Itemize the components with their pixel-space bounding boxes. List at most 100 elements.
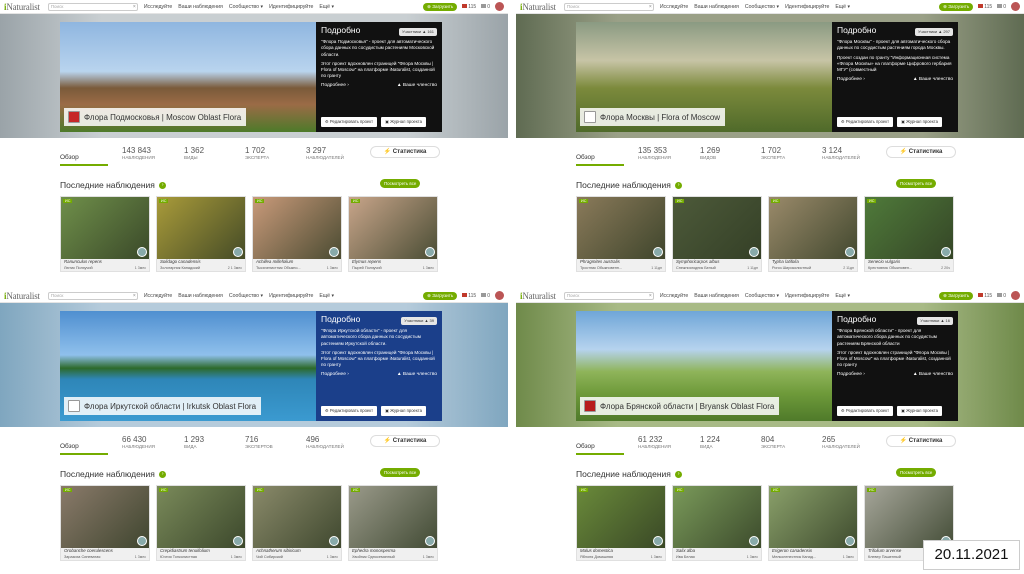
search-input[interactable]: Поиск ×: [563, 291, 654, 300]
scientific-name[interactable]: Achnatherum sibiricum: [256, 548, 301, 553]
members-badge[interactable]: Участники ▲ 16: [917, 317, 953, 326]
project-journal-button[interactable]: ▣ Журнал проекта: [897, 405, 942, 416]
stat-species[interactable]: 1 362 ВИДЫ: [184, 146, 204, 160]
view-all-button[interactable]: Посмотреть все: [896, 179, 937, 188]
upload-button[interactable]: ⊕ Загрузить: [423, 291, 458, 300]
user-avatar[interactable]: [1011, 291, 1020, 300]
search-input[interactable]: Поиск ×: [47, 291, 138, 300]
project-journal-button[interactable]: ▣ Журнал проекта: [381, 116, 426, 127]
observation-card[interactable]: ИС Orobanche coerulescens Заразиха Синев…: [60, 485, 150, 561]
details-link[interactable]: Подробнее ›: [321, 83, 349, 89]
stat-identifiers[interactable]: 1 702 ЭКСПЕРТА: [761, 146, 785, 160]
user-avatar[interactable]: [1011, 2, 1020, 11]
stat-observations[interactable]: 143 843 НАБЛЮДЕНИЯ: [122, 146, 155, 160]
search-input[interactable]: Поиск ×: [47, 2, 138, 11]
scientific-name[interactable]: Ephedra monosperma: [352, 548, 395, 553]
stat-species[interactable]: 1 269 ВИДОВ: [700, 146, 720, 160]
observation-card[interactable]: ИС Ranunculus repens Лютик Ползучий 1 3м…: [60, 196, 150, 272]
stat-observers[interactable]: 496 НАБЛЮДАТЕЛЕЙ: [306, 435, 344, 449]
project-journal-button[interactable]: ▣ Журнал проекта: [381, 405, 426, 416]
arrow-right-icon[interactable]: ›: [159, 182, 167, 190]
scientific-name[interactable]: Elymus repens: [352, 259, 381, 264]
clear-search-icon[interactable]: ×: [649, 4, 652, 10]
edit-project-button[interactable]: ⚙ Редактировать проект: [321, 116, 378, 127]
nav-community[interactable]: Сообщество ▾: [745, 293, 779, 299]
edit-project-button[interactable]: ⚙ Редактировать проект: [837, 405, 894, 416]
members-badge[interactable]: Участники ▲ 161: [399, 28, 437, 37]
observer-avatar[interactable]: [845, 247, 855, 257]
observer-avatar[interactable]: [653, 247, 663, 257]
inaturalist-logo[interactable]: iNaturalist: [4, 291, 40, 301]
view-all-button[interactable]: Посмотреть все: [380, 179, 421, 188]
stat-species[interactable]: 1 224 ВИДА: [700, 435, 720, 449]
messages-icon[interactable]: 115: [462, 293, 476, 299]
stat-observers[interactable]: 265 НАБЛЮДАТЕЛЕЙ: [822, 435, 860, 449]
scientific-name[interactable]: Ranunculus repens: [64, 259, 102, 264]
stat-observations[interactable]: 61 232 НАБЛЮДЕНИЯ: [638, 435, 671, 449]
nav-identify[interactable]: Идентифицируйте: [269, 293, 313, 299]
project-journal-button[interactable]: ▣ Журнал проекта: [897, 116, 942, 127]
nav-community[interactable]: Сообщество ▾: [229, 4, 263, 10]
scientific-name[interactable]: Typha latifolia: [772, 259, 799, 264]
stats-button[interactable]: ⚡ Статистика: [886, 146, 956, 158]
arrow-right-icon[interactable]: ›: [159, 471, 167, 479]
observer-avatar[interactable]: [845, 536, 855, 546]
stat-species[interactable]: 1 293 ВИДА: [184, 435, 204, 449]
messages-icon[interactable]: 115: [462, 4, 476, 10]
scientific-name[interactable]: Symphoricarpos albus: [676, 259, 719, 264]
messages-icon[interactable]: 115: [978, 293, 992, 299]
stat-observations[interactable]: 135 353 НАБЛЮДЕНИЯ: [638, 146, 671, 160]
observation-card[interactable]: ИС Malus domestica Яблоня Домашняя 1 3ме…: [576, 485, 666, 561]
membership-link[interactable]: ▲ Ваше членство: [397, 83, 437, 89]
stats-button[interactable]: ⚡ Статистика: [370, 435, 440, 447]
scientific-name[interactable]: Salix alba: [676, 548, 695, 553]
observation-card[interactable]: ИС Phragmites australis Тростник Обыкнов…: [576, 196, 666, 272]
clear-search-icon[interactable]: ×: [133, 4, 136, 10]
arrow-right-icon[interactable]: ›: [675, 471, 683, 479]
user-avatar[interactable]: [495, 291, 504, 300]
notifications-icon[interactable]: 0: [997, 4, 1006, 10]
nav-identify[interactable]: Идентифицируйте: [269, 4, 313, 10]
stat-observers[interactable]: 3 124 НАБЛЮДАТЕЛЕЙ: [822, 146, 860, 160]
stat-identifiers[interactable]: 716 ЭКСПЕРТОВ: [245, 435, 273, 449]
arrow-right-icon[interactable]: ›: [675, 182, 683, 190]
details-link[interactable]: Подробнее ›: [837, 77, 865, 83]
membership-link[interactable]: ▲ Ваше членство: [397, 372, 437, 378]
stat-observers[interactable]: 3 297 НАБЛЮДАТЕЛЕЙ: [306, 146, 344, 160]
notifications-icon[interactable]: 0: [481, 293, 490, 299]
notifications-icon[interactable]: 0: [481, 4, 490, 10]
observer-avatar[interactable]: [137, 247, 147, 257]
nav-your-observations[interactable]: Ваши наблюдения: [694, 4, 739, 10]
messages-icon[interactable]: 115: [978, 4, 992, 10]
inaturalist-logo[interactable]: iNaturalist: [520, 2, 556, 12]
nav-explore[interactable]: Исследуйте: [660, 293, 688, 299]
nav-explore[interactable]: Исследуйте: [660, 4, 688, 10]
user-avatar[interactable]: [495, 2, 504, 11]
scientific-name[interactable]: Malus domestica: [580, 548, 613, 553]
scientific-name[interactable]: Phragmites australis: [580, 259, 620, 264]
stats-button[interactable]: ⚡ Статистика: [370, 146, 440, 158]
view-all-button[interactable]: Посмотреть все: [380, 468, 421, 477]
inaturalist-logo[interactable]: iNaturalist: [520, 291, 556, 301]
observation-card[interactable]: ИС Ephedra monosperma Хвойник Односемянн…: [348, 485, 438, 561]
observation-card[interactable]: ИС Symphoricarpos albus Снежноягодник Бе…: [672, 196, 762, 272]
tab-overview[interactable]: Обзор: [576, 443, 624, 455]
observer-avatar[interactable]: [749, 247, 759, 257]
nav-more[interactable]: Ещё ▾: [835, 4, 850, 10]
upload-button[interactable]: ⊕ Загрузить: [939, 291, 974, 300]
members-badge[interactable]: Участники ▲ 297: [915, 28, 953, 37]
observation-card[interactable]: ИС Achnatherum sibiricum Чий Сибирский 1…: [252, 485, 342, 561]
observer-avatar[interactable]: [137, 536, 147, 546]
nav-more[interactable]: Ещё ▾: [835, 293, 850, 299]
observation-card[interactable]: ИС Achillea millefolium Тысячелистник Об…: [252, 196, 342, 272]
observer-avatar[interactable]: [425, 247, 435, 257]
nav-identify[interactable]: Идентифицируйте: [785, 4, 829, 10]
details-link[interactable]: Подробнее ›: [321, 372, 349, 378]
scientific-name[interactable]: Erigeron canadensis: [772, 548, 812, 553]
search-input[interactable]: Поиск ×: [563, 2, 654, 11]
members-badge[interactable]: Участники ▲ 39: [401, 317, 437, 326]
observer-avatar[interactable]: [329, 536, 339, 546]
observer-avatar[interactable]: [233, 247, 243, 257]
observation-card[interactable]: ИС Typha latifolia Рогоз Широколистный 2…: [768, 196, 858, 272]
nav-explore[interactable]: Исследуйте: [144, 4, 172, 10]
